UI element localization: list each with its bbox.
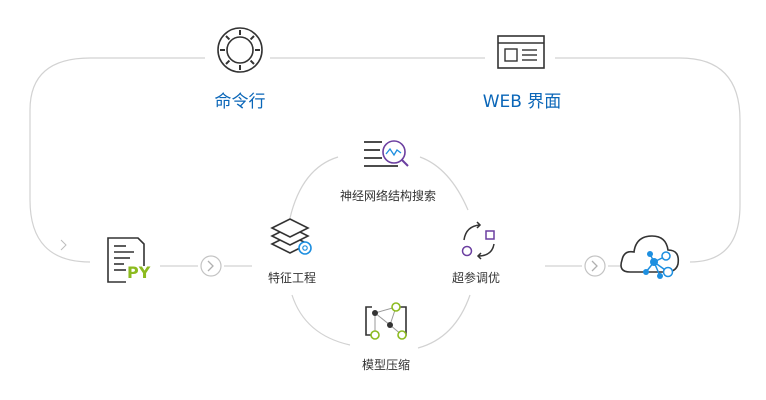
outer-loop-line xyxy=(29,57,205,263)
cycle-icon xyxy=(461,221,495,260)
chevron-right-icon xyxy=(200,255,222,277)
search-chart-icon xyxy=(364,140,409,167)
network-compress-icon xyxy=(365,302,407,340)
outer-loop-line-right xyxy=(555,57,741,263)
inner-cycle-bottom-right xyxy=(417,294,471,349)
model-compression-label: 模型压缩 xyxy=(361,358,411,372)
feature-engineering-label: 特征工程 xyxy=(267,271,317,285)
web-label: WEB 界面 xyxy=(482,92,562,112)
gear-circle-icon xyxy=(217,27,263,73)
python-file-label: PY xyxy=(127,263,151,282)
layers-icon xyxy=(270,218,312,255)
inner-cycle-top-left xyxy=(289,156,339,219)
web-page-icon xyxy=(497,35,545,69)
small-arrow-left xyxy=(60,239,67,251)
cli-label: 命令行 xyxy=(214,92,266,112)
nas-label: 神经网络结构搜索 xyxy=(339,189,437,203)
chevron-right-icon xyxy=(584,255,606,277)
hpo-label: 超参调优 xyxy=(451,271,501,285)
inner-cycle-bottom-left xyxy=(291,294,351,346)
cloud-network-icon xyxy=(620,235,680,279)
autoML-diagram: PY 命令行 WEB 界面 神经网络结构搜索 特征工程 超参调优 模型压缩 xyxy=(0,0,766,400)
